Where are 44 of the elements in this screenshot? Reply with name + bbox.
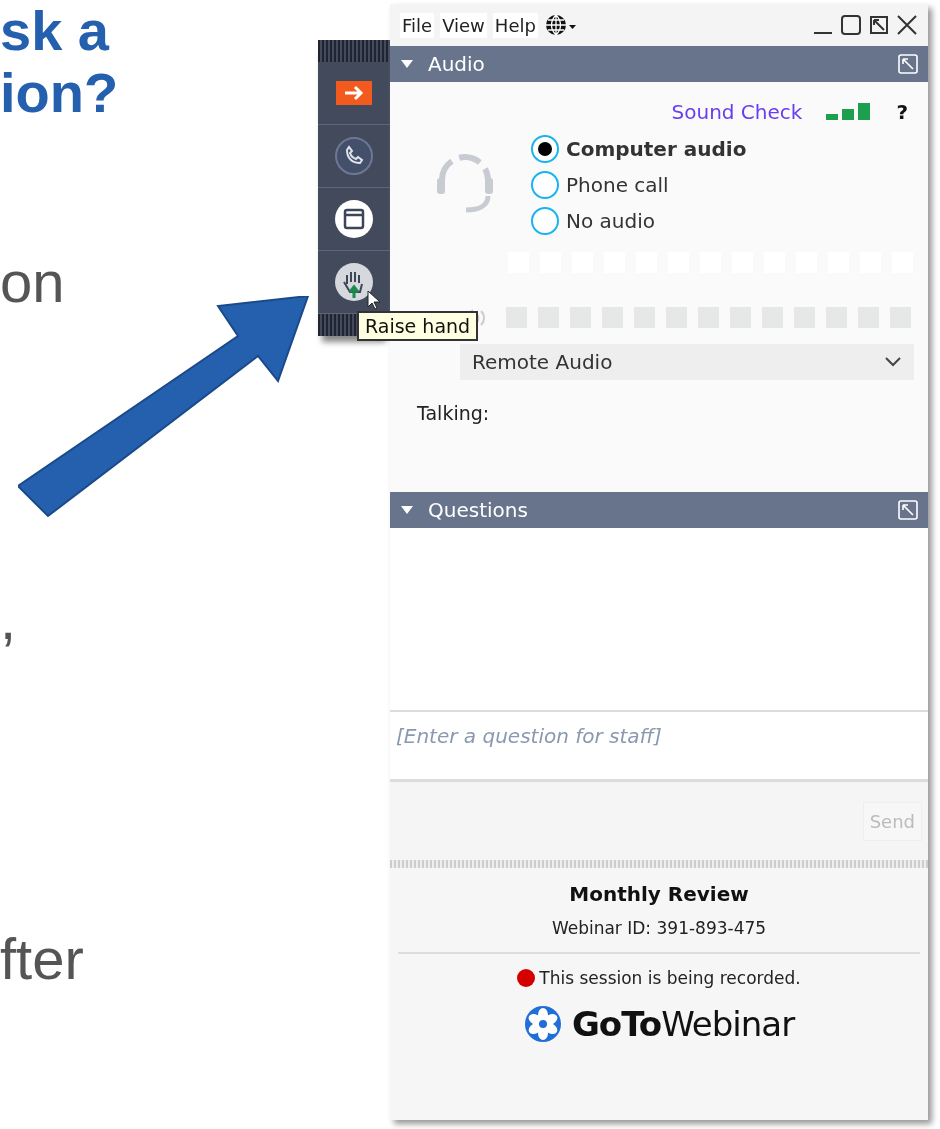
window-icon[interactable] (334, 199, 374, 239)
recording-notice: This session is being recorded. (539, 968, 801, 988)
close-icon[interactable] (896, 14, 918, 36)
grip-handle[interactable] (318, 40, 390, 62)
resize-grip[interactable] (390, 860, 928, 868)
radio-option[interactable]: No audio (530, 206, 747, 236)
talking-label: Talking: (417, 402, 491, 424)
tooltip: Raise hand (357, 311, 479, 341)
logo-text: GoToWebinar (571, 1004, 795, 1044)
slide-text: on (0, 248, 65, 315)
maximize-icon[interactable] (840, 14, 862, 36)
question-field[interactable]: [Enter a question for staff] (390, 712, 928, 782)
flower-logo-icon (523, 1005, 562, 1043)
recording-dot-icon (517, 969, 536, 987)
sound-check-link[interactable]: Sound Check (671, 100, 803, 124)
radio-option[interactable]: Phone call (530, 170, 747, 200)
chevron-icon (884, 356, 902, 368)
webinar-title: Monthly Review (569, 882, 749, 906)
slide-title: ion? (0, 62, 119, 124)
section-header[interactable]: Questions (390, 492, 928, 528)
menu-item[interactable]: File (400, 12, 435, 38)
cursor-icon (367, 290, 381, 310)
section-title: Audio (428, 52, 485, 76)
radio-button[interactable] (530, 170, 560, 200)
slide-text: , (0, 585, 17, 652)
menu-item[interactable]: View (440, 12, 487, 38)
help-button[interactable]: ? (896, 100, 908, 124)
signal-bars-icon (826, 103, 873, 121)
caret-icon (400, 59, 414, 69)
section-header[interactable]: Audio (390, 46, 928, 82)
slide-title: sk a (0, 0, 111, 62)
slide-text: fter (0, 925, 84, 992)
menu-item[interactable]: Help (492, 12, 538, 38)
radio-button[interactable] (530, 206, 560, 236)
raise-hand-icon[interactable] (334, 262, 374, 302)
radio-button[interactable] (530, 134, 560, 164)
webinar-id: Webinar ID: 391-893-475 (551, 918, 767, 938)
radio-option[interactable]: Computer audio (530, 134, 747, 164)
speaker-dropdown[interactable]: Remote Audio (460, 344, 914, 380)
popout-icon[interactable] (868, 14, 890, 36)
phone-icon[interactable] (334, 136, 374, 176)
caret-icon (400, 505, 414, 515)
globe-icon[interactable] (543, 13, 578, 37)
section-title: Questions (428, 498, 528, 522)
